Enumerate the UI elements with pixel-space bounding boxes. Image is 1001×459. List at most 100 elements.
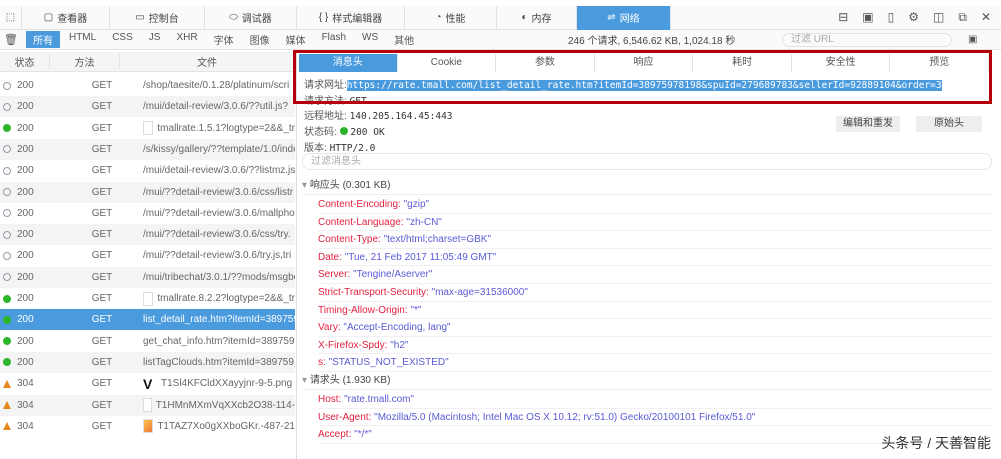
request-file-cell: /mui/??detail-review/3.0.6/css/try. [137,229,295,240]
filter-type[interactable]: Flash [315,31,353,48]
filter-type[interactable]: 图像 [243,31,277,48]
close-icon[interactable]: ✕ [981,10,991,25]
status-dot-icon [3,188,11,196]
request-file-cell: list_detail_rate.htm?itemId=389759 [137,314,295,325]
scratchpad-icon[interactable]: ▣ [862,10,873,25]
request-file: /mui/??detail-review/3.0.6/mallpho [143,207,295,219]
raw-headers-button[interactable]: 原始头 [916,116,982,132]
header-filter-input[interactable]: 过滤消息头 [302,153,992,170]
request-row[interactable]: 304 GET V T1Sl4KFCldXXayyjnr-9-5.png [0,373,295,394]
request-row[interactable]: 200 GET/mui/??detail-review/3.0.6/mallpho [0,203,295,224]
request-status: 200 [17,229,34,241]
response-headers-section[interactable]: ▾ 响应头 (0.301 KB) [302,177,992,195]
request-status: 304 [17,399,34,411]
request-status: 200 [17,335,34,347]
filter-type[interactable]: 所有 [25,31,60,48]
request-row[interactable]: 200 GET/mui/tribechat/3.0.1/??mods/msgbo [0,266,295,288]
status-dot-icon [3,294,11,303]
request-method: GET [91,356,113,368]
tab-style-editor[interactable]: { } 样式编辑器 [297,5,405,30]
filter-type[interactable]: 其他 [387,31,421,48]
filter-type[interactable]: 媒体 [279,31,313,48]
request-row[interactable]: 200 GET tmallrate.8.2.2?logtype=2&&_tr [0,288,295,309]
request-row[interactable]: 200 GET/s/kissy/gallery/??template/1.0/in… [0,138,295,160]
thumbnail-icon [143,419,154,434]
request-row[interactable]: 304 GET T1HMnMXmVqXXcb2O38-114- [0,394,295,416]
request-row[interactable]: 200 GET/mui/??detail-review/3.0.6/css/lis… [0,181,295,203]
request-row[interactable]: 200 GET get_chat_info.htm?itemId=389759 [0,331,295,352]
request-row[interactable]: 200 GET/mui/detail-review/3.0.6/??listmz.… [0,160,295,181]
request-status: 200 [17,314,34,326]
request-file-cell: V T1Sl4KFCldXXayyjnr-9-5.png [137,376,295,391]
request-file: /mui/detail-review/3.0.6/??util.js? [143,101,289,113]
header-row: Content-Encoding: "gzip" [318,196,992,214]
edit-resend-button[interactable]: 编辑和重发 [836,116,900,132]
tab-performance[interactable]: ◔ 性能 [405,5,497,30]
filter-type[interactable]: XHR [169,31,204,48]
tab-memory[interactable]: ◐ 内存 [497,5,577,30]
expand-arrow-icon: ▾ [302,375,310,386]
expand-arrow-icon: ▾ [302,180,310,191]
request-file-cell: tmallrate.1.5.1?logtype=2&&_tr [137,121,295,136]
request-row[interactable]: 200 GET listTagClouds.htm?itemId=389759 [0,351,295,373]
tab-network[interactable]: ⇌ 网络 [577,5,671,30]
request-method: GET [91,165,113,177]
tab-debugger[interactable]: ⬭ 调试器 [205,5,297,30]
section-title: 请求头 (1.930 KB) [309,375,391,386]
filter-type[interactable]: WS [355,31,385,48]
pick-element-icon[interactable]: ⬚ [0,5,22,30]
request-row[interactable]: 200 GET/mui/??detail-review/3.0.6/css/try… [0,224,295,246]
filter-type[interactable]: HTML [62,31,103,48]
status-value: 200 OK [350,127,385,138]
header-value: "Accept-Encoding, lang" [343,322,451,334]
request-row[interactable]: 200 GET tmallrate.1.5.1?logtype=2&&_tr [0,118,295,139]
request-row[interactable]: 200 GET/shop/taesite/0.1.28/platinum/scri [0,75,295,96]
header-name: Content-Type: [318,234,381,246]
column-method[interactable]: 方法 [50,54,120,69]
request-file: T1TAZ7Xo0gXXboGKr.-487-21 [157,420,295,432]
settings-icon[interactable]: ⚙ [908,10,919,25]
request-file: /shop/taesite/0.1.28/platinum/scri [143,80,290,91]
status-dot-icon [3,81,11,90]
toggle-panel-icon[interactable]: ▣ [968,34,977,45]
url-filter-input[interactable]: 过滤 URL [782,32,952,47]
responsive-mode-icon[interactable]: ⊟ [838,10,848,25]
request-file: /mui/??detail-review/3.0.6/css/listr [143,186,294,198]
request-row[interactable]: 304 GET T1TAZ7Xo0gXXboGKr.-487-21 [0,416,295,437]
request-row[interactable]: 200 GET list_detail_rate.htm?itemId=389759 [0,309,295,331]
header-name: User-Agent: [318,411,372,423]
tab-console[interactable]: ▭ 控制台 [110,5,205,30]
devtools-toolbar: ⬚ ▢ 查看器 ▭ 控制台 ⬭ 调试器{ } 样式编辑器 ◔ 性能 ◐ 内存 ⇌ 网络 ⊟ ▣ ▯ ⚙ … [0,5,1001,30]
request-status: 200 [17,356,34,368]
header-value: "*/*" [354,429,372,441]
request-file-cell: /mui/detail-review/3.0.6/??listmz.js [137,165,295,176]
filter-type[interactable]: 字体 [207,31,241,48]
request-status: 304 [17,420,34,432]
request-status: 200 [17,207,34,219]
request-file-cell: /mui/detail-review/3.0.6/??util.js? [137,101,295,112]
header-row: User-Agent: "Mozilla/5.0 (Macintosh; Int… [318,409,992,427]
request-status: 200 [17,293,34,304]
status-dot-icon [3,102,11,111]
request-row[interactable]: 200 GET/mui/??detail-review/3.0.6/try.js,… [0,245,295,266]
undock-icon[interactable]: ⧉ [958,10,967,25]
request-status: 200 [17,80,34,91]
request-status: 200 [17,165,34,177]
request-file: /s/kissy/gallery/??template/1.0/inde [143,143,295,155]
request-row[interactable]: 200 GET/mui/detail-review/3.0.6/??util.js… [0,96,295,118]
column-file[interactable]: 文件 [120,54,295,69]
tab-label: 样式编辑器 [332,14,383,25]
dock-side-icon[interactable]: ◫ [933,10,944,25]
screenshot-icon[interactable]: ▯ [888,10,895,25]
header-name: Strict-Transport-Security: [318,287,429,298]
column-status[interactable]: 状态 [0,54,50,69]
request-status: 200 [17,186,34,198]
request-headers-section[interactable]: ▾ 请求头 (1.930 KB) [302,372,992,390]
header-value: "zh-CN" [406,216,442,228]
filter-type[interactable]: CSS [105,31,140,48]
header-value: "Tue, 21 Feb 2017 11:05:49 GMT" [344,251,497,263]
filter-type[interactable]: JS [142,31,168,48]
clear-icon[interactable]: 🗑 [4,33,18,46]
request-file-cell: tmallrate.8.2.2?logtype=2&&_tr [137,291,295,306]
tab-inspector[interactable]: ▢ 查看器 [22,5,110,30]
